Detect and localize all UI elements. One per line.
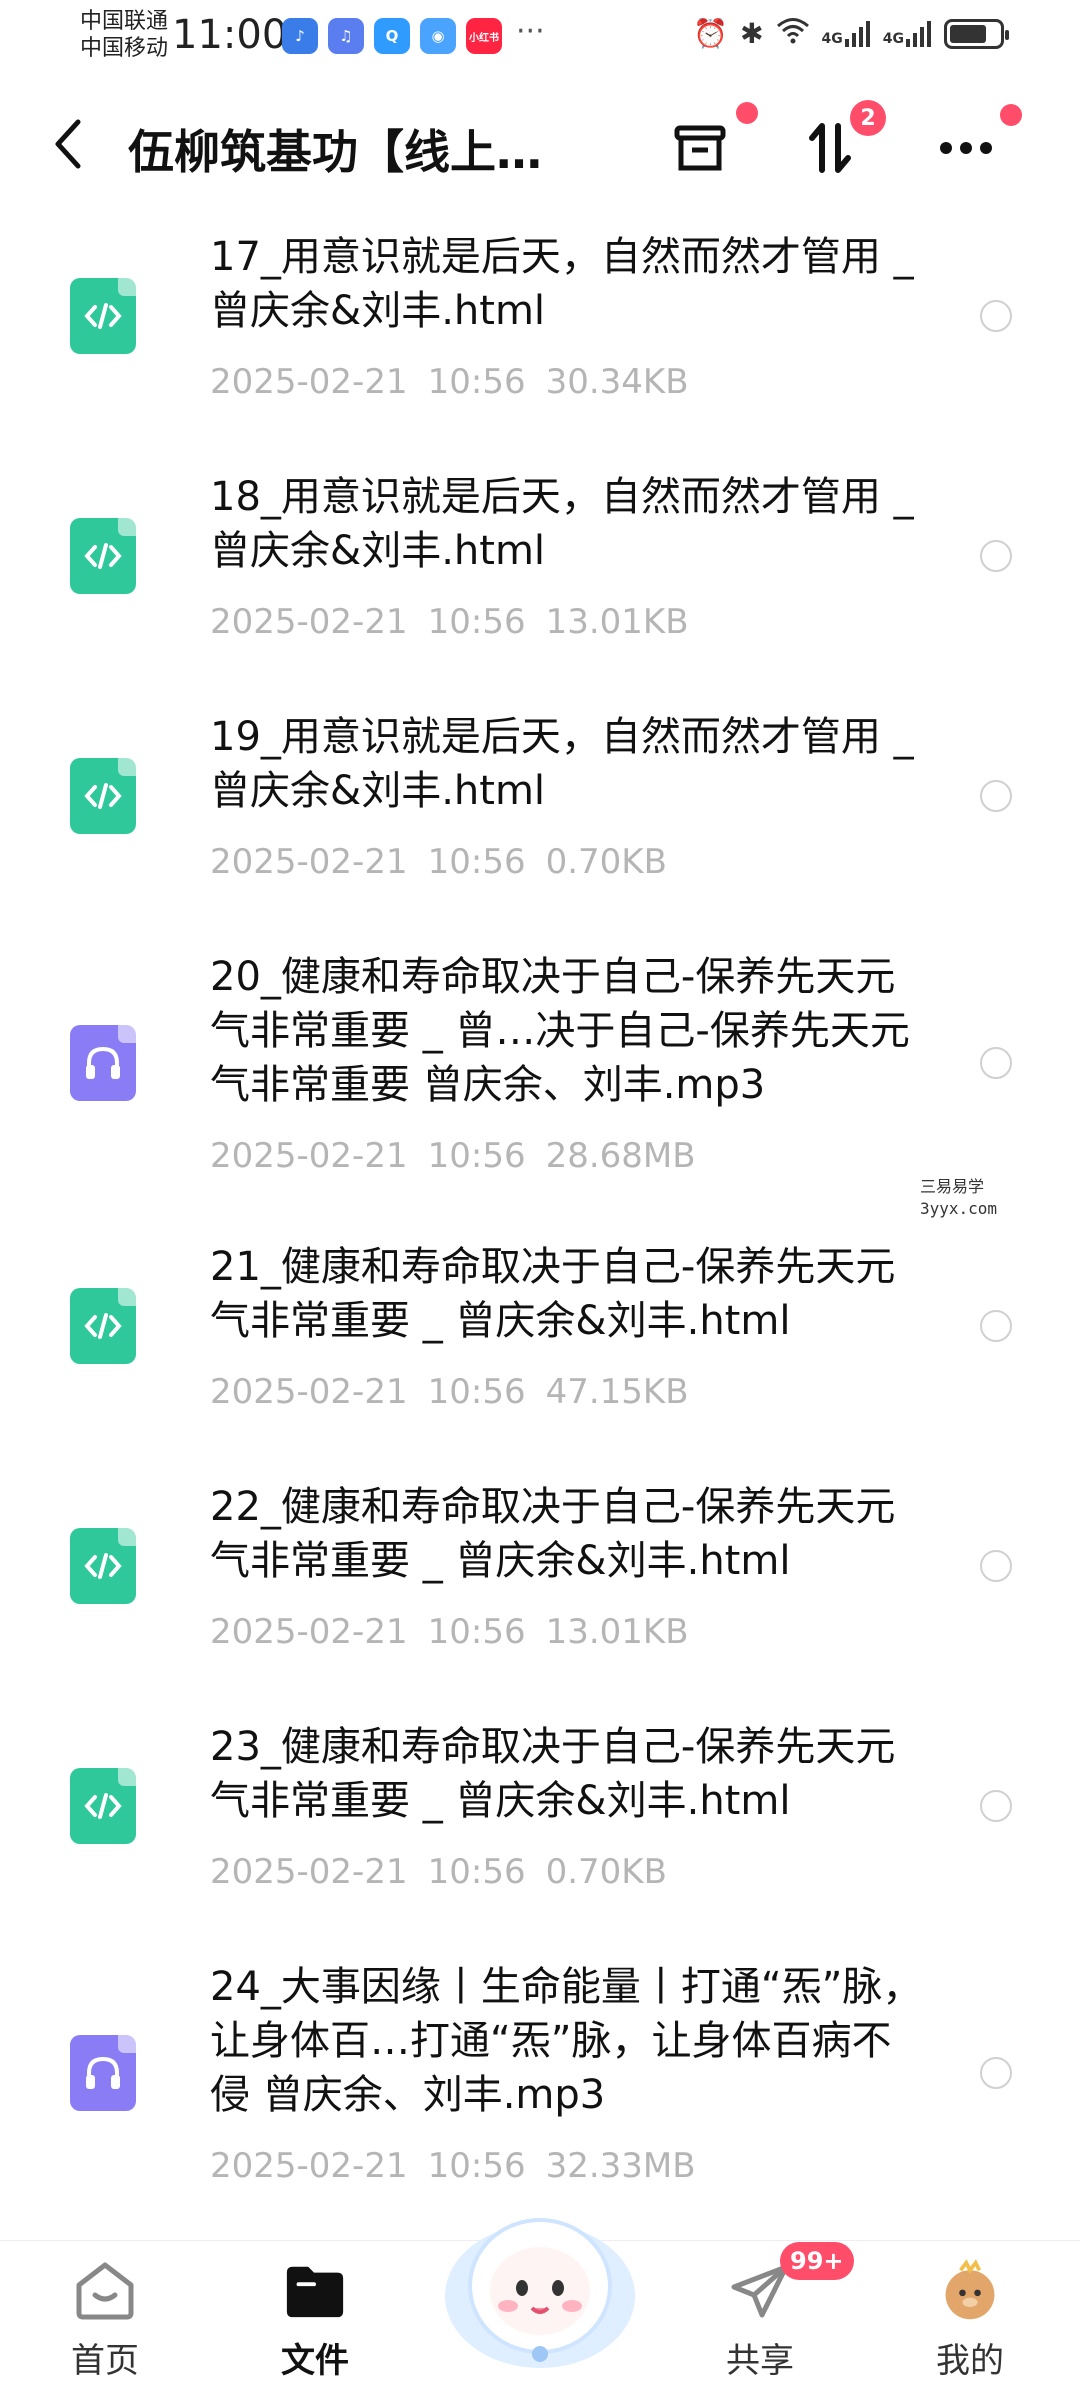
file-list: 17_用意识就是后天，自然而然才管用 _ 曾庆余&刘丰.html 2025-02-… bbox=[0, 0, 1080, 2400]
file-list-item[interactable]: 19_用意识就是后天，自然而然才管用 _ 曾庆余&刘丰.html 2025-02-… bbox=[0, 710, 1080, 910]
file-list-item[interactable]: 20_健康和寿命取决于自己-保养先天元气非常重要 _ 曾…决于自己-保养先天元气… bbox=[0, 950, 1080, 1190]
audio-file-icon bbox=[70, 2035, 136, 2111]
file-size: 47.15KB bbox=[545, 1372, 689, 1412]
html-file-icon bbox=[70, 1768, 136, 1844]
file-name: 24_大事因缘丨生命能量丨打通“炁”脉，让身体百…打通“炁”脉，让身体百病不侵 … bbox=[210, 1964, 923, 2118]
watermark: 三易易学 3yyx.com bbox=[920, 1177, 998, 1218]
file-meta: 2025-02-21 10:56 47.15KB bbox=[210, 1372, 689, 1412]
file-name: 23_健康和寿命取决于自己-保养先天元气非常重要 _ 曾庆余&刘丰.html bbox=[210, 1724, 896, 1824]
file-size: 13.01KB bbox=[545, 602, 689, 642]
file-time: 10:56 bbox=[427, 602, 526, 642]
file-meta: 2025-02-21 10:56 0.70KB bbox=[210, 842, 667, 882]
avatar bbox=[938, 2259, 1002, 2323]
file-time: 10:56 bbox=[427, 842, 526, 882]
file-name: 20_健康和寿命取决于自己-保养先天元气非常重要 _ 曾…决于自己-保养先天元气… bbox=[210, 954, 910, 1108]
select-radio[interactable] bbox=[980, 1790, 1012, 1822]
share-badge: 99+ bbox=[780, 2242, 854, 2280]
file-name: 22_健康和寿命取决于自己-保养先天元气非常重要 _ 曾庆余&刘丰.html bbox=[210, 1484, 896, 1584]
file-list-item[interactable]: 18_用意识就是后天，自然而然才管用 _ 曾庆余&刘丰.html 2025-02-… bbox=[0, 470, 1080, 670]
select-radio[interactable] bbox=[980, 1047, 1012, 1079]
file-name: 17_用意识就是后天，自然而然才管用 _ 曾庆余&刘丰.html bbox=[210, 234, 914, 334]
html-file-icon bbox=[70, 518, 136, 594]
select-radio[interactable] bbox=[980, 540, 1012, 572]
file-time: 10:56 bbox=[427, 1852, 526, 1892]
file-list-item[interactable]: 23_健康和寿命取决于自己-保养先天元气非常重要 _ 曾庆余&刘丰.html 20… bbox=[0, 1720, 1080, 1920]
nav-files[interactable]: 文件 bbox=[245, 2259, 385, 2382]
file-time: 10:56 bbox=[427, 1136, 526, 1176]
file-date: 2025-02-21 bbox=[210, 842, 408, 882]
file-meta: 2025-02-21 10:56 13.01KB bbox=[210, 1612, 689, 1652]
file-date: 2025-02-21 bbox=[210, 1136, 408, 1176]
select-radio[interactable] bbox=[980, 2057, 1012, 2089]
html-file-icon bbox=[70, 278, 136, 354]
select-radio[interactable] bbox=[980, 780, 1012, 812]
file-time: 10:56 bbox=[427, 1372, 526, 1412]
audio-file-icon bbox=[70, 1025, 136, 1101]
file-name: 21_健康和寿命取决于自己-保养先天元气非常重要 _ 曾庆余&刘丰.html bbox=[210, 1244, 896, 1344]
file-size: 0.70KB bbox=[545, 842, 667, 882]
file-name: 19_用意识就是后天，自然而然才管用 _ 曾庆余&刘丰.html bbox=[210, 714, 914, 814]
file-list-item[interactable]: 17_用意识就是后天，自然而然才管用 _ 曾庆余&刘丰.html 2025-02-… bbox=[0, 230, 1080, 430]
file-meta: 2025-02-21 10:56 0.70KB bbox=[210, 1852, 667, 1892]
html-file-icon bbox=[70, 1288, 136, 1364]
select-radio[interactable] bbox=[980, 1550, 1012, 1582]
nav-home[interactable]: 首页 bbox=[35, 2259, 175, 2382]
file-list-item[interactable]: 24_大事因缘丨生命能量丨打通“炁”脉，让身体百…打通“炁”脉，让身体百病不侵 … bbox=[0, 1960, 1080, 2200]
html-file-icon bbox=[70, 758, 136, 834]
file-date: 2025-02-21 bbox=[210, 2146, 408, 2186]
assistant-mascot-button[interactable] bbox=[430, 2176, 650, 2376]
nav-mine-label: 我的 bbox=[936, 2341, 1004, 2381]
home-icon bbox=[73, 2259, 137, 2323]
file-list-item[interactable]: 22_健康和寿命取决于自己-保养先天元气非常重要 _ 曾庆余&刘丰.html 20… bbox=[0, 1480, 1080, 1680]
file-date: 2025-02-21 bbox=[210, 1372, 408, 1412]
nav-mine[interactable]: 我的 bbox=[900, 2259, 1040, 2382]
file-size: 13.01KB bbox=[545, 1612, 689, 1652]
file-meta: 2025-02-21 10:56 28.68MB bbox=[210, 1136, 696, 1176]
file-meta: 2025-02-21 10:56 30.34KB bbox=[210, 362, 689, 402]
nav-files-label: 文件 bbox=[281, 2341, 349, 2381]
file-time: 10:56 bbox=[427, 362, 526, 402]
nav-share-label: 共享 bbox=[726, 2341, 794, 2381]
file-time: 10:56 bbox=[427, 1612, 526, 1652]
select-radio[interactable] bbox=[980, 1310, 1012, 1342]
file-date: 2025-02-21 bbox=[210, 362, 408, 402]
html-file-icon bbox=[70, 1528, 136, 1604]
file-date: 2025-02-21 bbox=[210, 602, 408, 642]
file-size: 30.34KB bbox=[545, 362, 689, 402]
file-meta: 2025-02-21 10:56 13.01KB bbox=[210, 602, 689, 642]
folder-icon bbox=[283, 2259, 347, 2323]
select-radio[interactable] bbox=[980, 300, 1012, 332]
nav-home-label: 首页 bbox=[71, 2341, 139, 2381]
file-size: 28.68MB bbox=[545, 1136, 696, 1176]
file-name: 18_用意识就是后天，自然而然才管用 _ 曾庆余&刘丰.html bbox=[210, 474, 914, 574]
file-date: 2025-02-21 bbox=[210, 1852, 408, 1892]
file-date: 2025-02-21 bbox=[210, 1612, 408, 1652]
mascot-icon bbox=[445, 2218, 635, 2368]
file-list-item[interactable]: 21_健康和寿命取决于自己-保养先天元气非常重要 _ 曾庆余&刘丰.html 20… bbox=[0, 1240, 1080, 1440]
file-size: 0.70KB bbox=[545, 1852, 667, 1892]
